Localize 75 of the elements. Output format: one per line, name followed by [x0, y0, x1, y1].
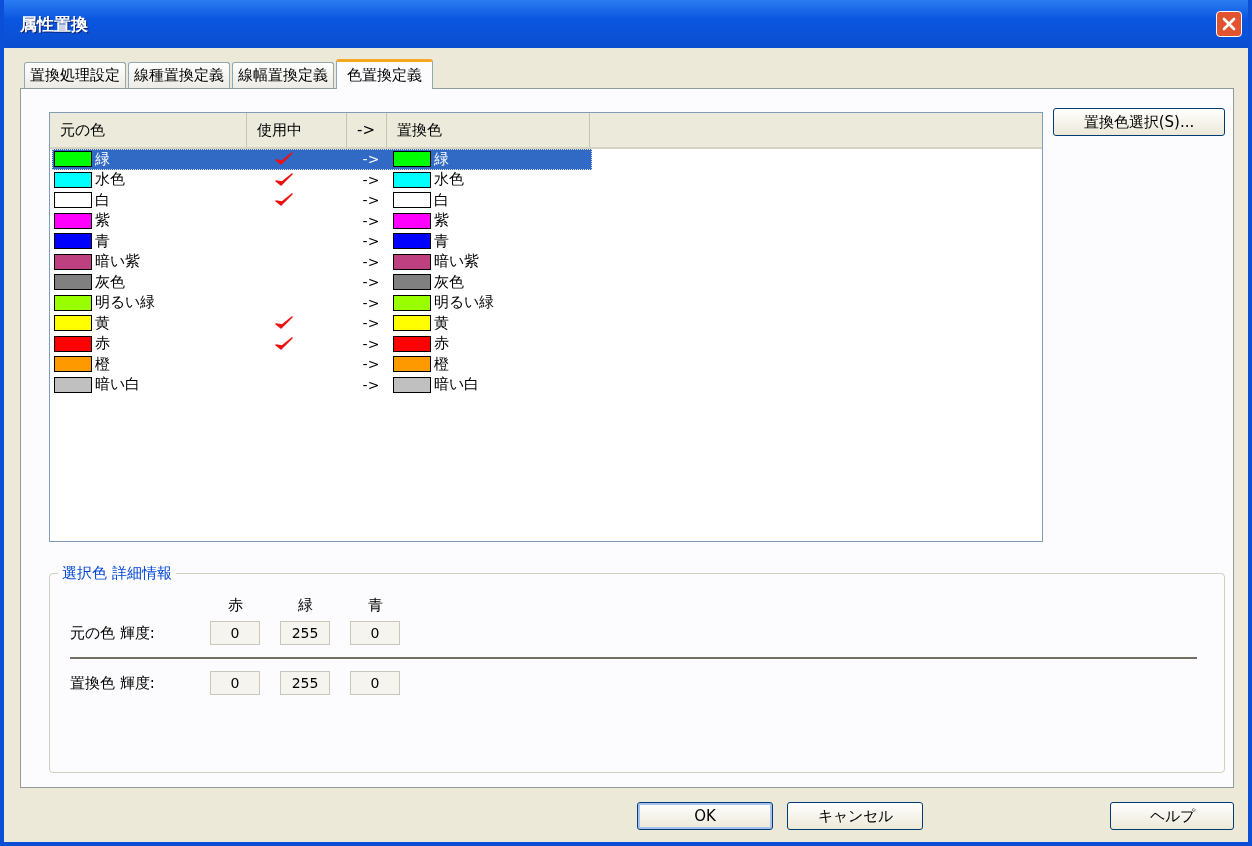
close-button[interactable]: [1216, 11, 1242, 37]
column-header[interactable]: ->: [347, 113, 387, 147]
color-name: 橙: [95, 356, 110, 372]
color-name: 黄: [434, 315, 449, 331]
arrow-text: ->: [362, 151, 380, 168]
arrow-text: ->: [362, 253, 380, 270]
tab[interactable]: 置換処理設定: [24, 62, 126, 88]
color-name: 青: [95, 233, 110, 249]
arrow-text: ->: [362, 356, 380, 373]
arrow-text: ->: [362, 192, 380, 209]
list-row[interactable]: 紫 -> 紫: [52, 210, 592, 231]
color-name: 灰色: [95, 274, 125, 290]
color-name: 明るい緑: [434, 295, 494, 311]
color-name: 暗い白: [95, 377, 140, 393]
color-name: 黄: [95, 315, 110, 331]
list-row[interactable]: 緑 -> 緑: [52, 149, 592, 170]
color-name: 灰色: [434, 274, 464, 290]
color-name: 白: [95, 192, 110, 208]
arrow-text: ->: [362, 233, 380, 250]
list-row[interactable]: 白 -> 白: [52, 190, 592, 211]
arrow-text: ->: [362, 335, 380, 352]
channel-label: 青: [366, 596, 384, 615]
arrow-text: ->: [362, 315, 380, 332]
arrow-text: ->: [362, 212, 380, 229]
color-name: 水色: [434, 172, 464, 188]
field-label: 元の色 輝度:: [70, 623, 156, 643]
color-name: 暗い紫: [95, 254, 140, 270]
arrow-text: ->: [362, 171, 380, 188]
value-field: 255: [280, 621, 330, 645]
column-header[interactable]: 使用中: [247, 113, 347, 147]
channel-label: 赤: [226, 596, 244, 615]
color-name: 青: [434, 233, 449, 249]
color-name: 暗い白: [434, 377, 479, 393]
value-field: 0: [350, 621, 400, 645]
list-row[interactable]: 赤 -> 赤: [52, 333, 592, 354]
tab[interactable]: 線種置換定義: [128, 62, 230, 88]
color-name: 赤: [95, 336, 110, 352]
color-name: 明るい緑: [95, 295, 155, 311]
color-name: 紫: [95, 213, 110, 229]
list-row[interactable]: 灰色 -> 灰色: [52, 272, 592, 293]
list-row[interactable]: 暗い紫 -> 暗い紫: [52, 251, 592, 272]
value-field: 0: [210, 671, 260, 695]
tab[interactable]: 線幅置換定義: [232, 62, 334, 88]
column-header[interactable]: 置換色: [387, 113, 590, 147]
dialog-button[interactable]: キャンセル: [787, 802, 923, 830]
arrow-text: ->: [362, 274, 380, 291]
color-name: 緑: [95, 151, 110, 167]
dialog-button[interactable]: OK: [637, 802, 773, 830]
list-row[interactable]: 橙 -> 橙: [52, 354, 592, 375]
list-row[interactable]: 水色 -> 水色: [52, 169, 592, 190]
window-title: 属性置換: [20, 12, 88, 36]
list-row[interactable]: 青 -> 青: [52, 231, 592, 252]
arrow-text: ->: [362, 376, 380, 393]
color-name: 白: [434, 192, 449, 208]
select-color-button[interactable]: 置換色選択(S)...: [1053, 108, 1225, 136]
dialog-button[interactable]: ヘルプ: [1110, 802, 1234, 830]
value-field: 255: [280, 671, 330, 695]
group-title: 選択色 詳細情報: [58, 564, 176, 583]
list-row[interactable]: 黄 -> 黄: [52, 313, 592, 334]
color-name: 水色: [95, 172, 125, 188]
column-header[interactable]: 元の色: [50, 113, 247, 147]
color-name: 橙: [434, 356, 449, 372]
value-field: 0: [210, 621, 260, 645]
color-name: 暗い紫: [434, 254, 479, 270]
tab[interactable]: 色置換定義: [336, 59, 433, 89]
field-label: 置換色 輝度:: [70, 673, 156, 693]
color-name: 赤: [434, 336, 449, 352]
color-name: 緑: [434, 151, 449, 167]
list-row[interactable]: 暗い白 -> 暗い白: [52, 374, 592, 395]
channel-label: 緑: [296, 596, 314, 615]
list-row[interactable]: 明るい緑 -> 明るい緑: [52, 292, 592, 313]
color-name: 紫: [434, 213, 449, 229]
arrow-text: ->: [362, 294, 380, 311]
value-field: 0: [350, 671, 400, 695]
close-icon: [1221, 16, 1237, 32]
